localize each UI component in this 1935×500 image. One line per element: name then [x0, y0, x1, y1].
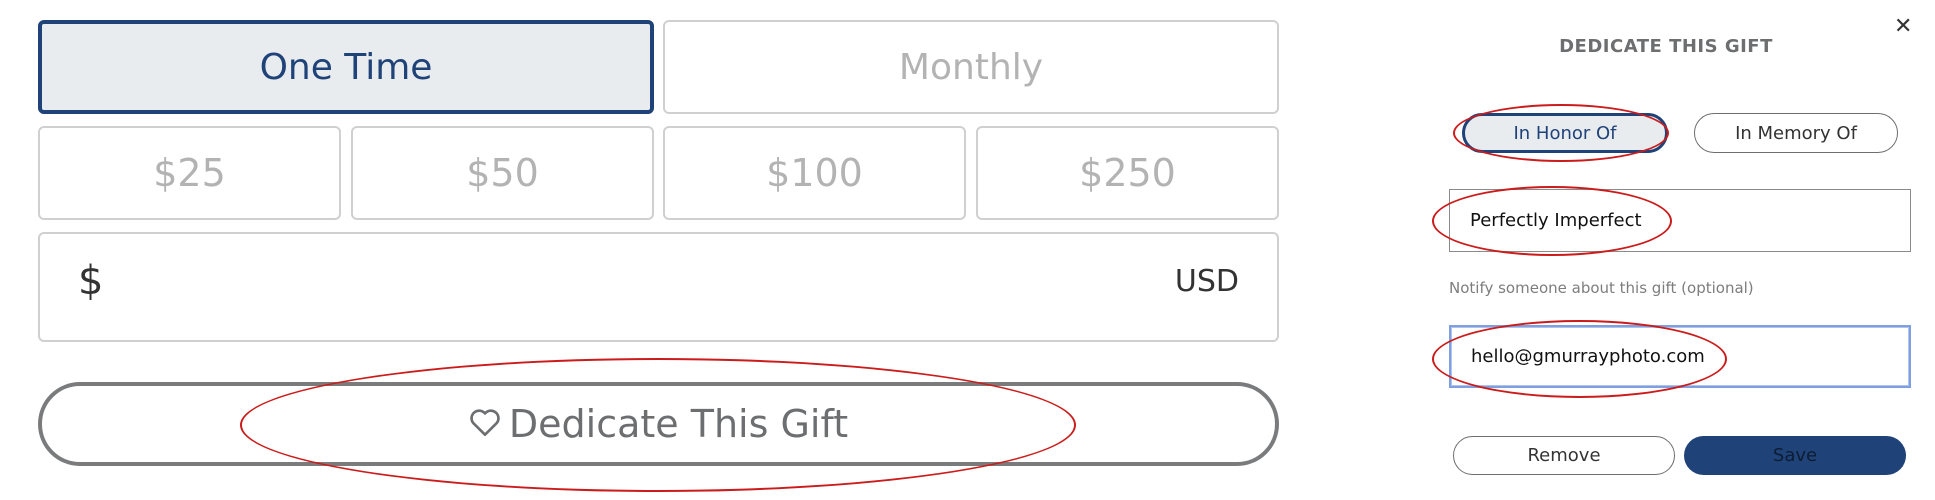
dedicate-gift-button[interactable]: Dedicate This Gift	[38, 382, 1279, 466]
in-honor-of-button[interactable]: In Honor Of	[1462, 113, 1668, 153]
amount-label: $25	[153, 151, 226, 195]
modal-title: DEDICATE THIS GIFT	[1559, 36, 1773, 57]
amount-50-button[interactable]: $50	[351, 126, 654, 220]
remove-button[interactable]: Remove	[1453, 436, 1675, 475]
currency-code: USD	[1174, 264, 1239, 299]
currency-symbol: $	[78, 258, 104, 304]
amount-label: $100	[766, 151, 863, 195]
close-icon[interactable]: ✕	[1894, 16, 1916, 38]
one-time-label: One Time	[259, 46, 433, 88]
in-memory-of-button[interactable]: In Memory Of	[1694, 113, 1898, 153]
amount-25-button[interactable]: $25	[38, 126, 341, 220]
one-time-button[interactable]: One Time	[38, 20, 654, 114]
in-honor-of-label: In Honor Of	[1513, 122, 1617, 144]
dedicate-gift-label: Dedicate This Gift	[508, 402, 849, 446]
honoree-name-field[interactable]: Perfectly Imperfect	[1449, 189, 1911, 252]
save-label: Save	[1772, 445, 1818, 466]
amount-label: $250	[1079, 151, 1176, 195]
notify-email-field[interactable]: hello@gmurrayphoto.com	[1449, 325, 1911, 388]
notify-email-value: hello@gmurrayphoto.com	[1471, 346, 1705, 367]
amount-label: $50	[466, 151, 539, 195]
remove-label: Remove	[1527, 445, 1601, 466]
save-button[interactable]: Save	[1684, 436, 1906, 475]
honoree-name-value: Perfectly Imperfect	[1470, 210, 1642, 231]
custom-amount-input[interactable]	[130, 244, 954, 330]
notify-helper-text: Notify someone about this gift (optional…	[1449, 279, 1754, 297]
amount-100-button[interactable]: $100	[663, 126, 966, 220]
monthly-label: Monthly	[898, 46, 1044, 88]
heart-icon	[469, 402, 509, 446]
in-memory-of-label: In Memory Of	[1735, 122, 1857, 144]
custom-amount-field: $ USD	[38, 232, 1279, 342]
amount-250-button[interactable]: $250	[976, 126, 1279, 220]
monthly-button[interactable]: Monthly	[663, 20, 1279, 114]
